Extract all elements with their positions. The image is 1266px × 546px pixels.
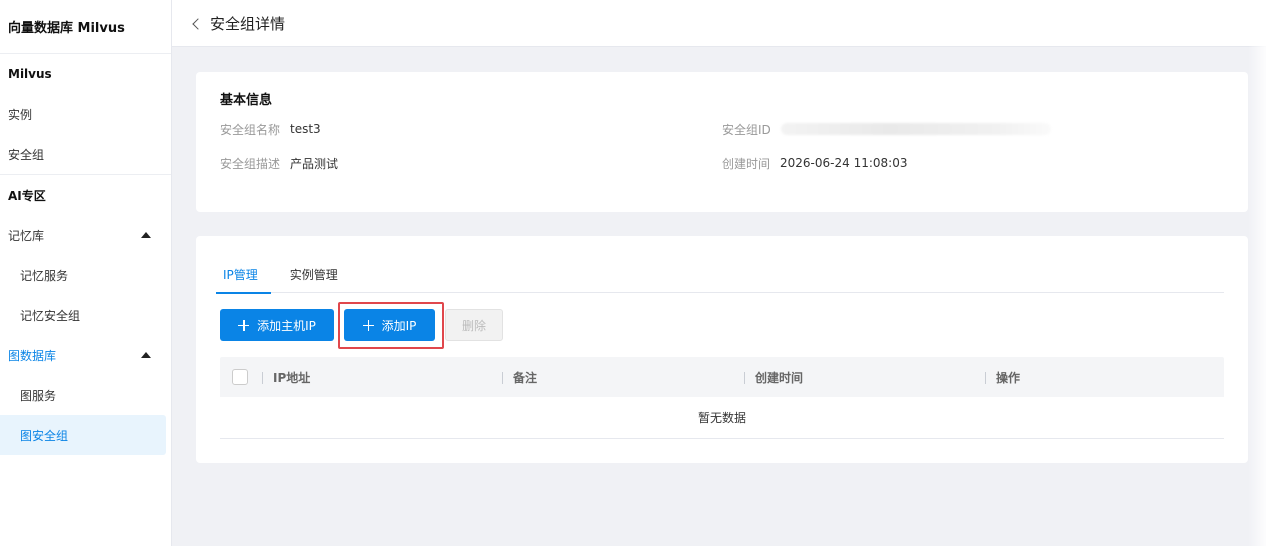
plus-icon [238, 319, 250, 331]
column-remark: 备注 [502, 369, 537, 386]
basic-info-title: 基本信息 [220, 93, 273, 108]
sidebar-item-graph-service[interactable]: 图服务 [0, 375, 171, 415]
sidebar-group-graph[interactable]: 图数据库 [0, 335, 171, 375]
page-header: 安全组详情 [172, 0, 1266, 47]
column-separator [985, 371, 986, 384]
add-ip-label: 添加IP [381, 318, 417, 333]
field-created-value: 2026-06-24 11:08:03 [780, 156, 908, 170]
sidebar-item-graph-security-group[interactable]: 图安全组 [0, 415, 166, 455]
delete-label: 删除 [461, 318, 486, 333]
tab-instance-management[interactable]: 实例管理 [287, 264, 341, 293]
column-actions: 操作 [985, 369, 1020, 386]
caret-up-icon [141, 232, 151, 238]
sidebar-group-graph-label: 图数据库 [8, 348, 57, 363]
column-ip-address-label: IP地址 [273, 371, 311, 385]
sidebar: 向量数据库 Milvus Milvus 实例 安全组 AI专区 记忆库 记忆服务… [0, 0, 172, 546]
field-name-label: 安全组名称 [220, 122, 281, 137]
sidebar-item-memory-service[interactable]: 记忆服务 [0, 255, 171, 295]
sidebar-item-security-groups[interactable]: 安全组 [0, 134, 171, 174]
field-id: 安全组ID [722, 121, 1051, 137]
tab-ip-management[interactable]: IP管理 [216, 264, 271, 294]
field-desc-label: 安全组描述 [220, 156, 281, 171]
redacted-id-value [780, 123, 1051, 135]
column-actions-label: 操作 [996, 371, 1021, 385]
delete-button[interactable]: 删除 [445, 309, 503, 341]
sidebar-item-instances[interactable]: 实例 [0, 94, 171, 134]
basic-info-card: 基本信息 安全组名称 test3 安全组描述 产品测试 安全组ID 创建时间 2… [196, 72, 1248, 212]
ip-management-card: IP管理 实例管理 添加主机IP 添加IP 删除 IP地址 备注 创建时间 操作 [196, 236, 1248, 463]
product-title: 向量数据库 Milvus [0, 0, 171, 54]
field-desc: 安全组描述 产品测试 [220, 155, 338, 171]
field-name: 安全组名称 test3 [220, 121, 321, 137]
table-empty-state: 暂无数据 [220, 397, 1224, 439]
add-ip-button[interactable]: 添加IP [344, 309, 435, 341]
sidebar-item-memory-security-group[interactable]: 记忆安全组 [0, 295, 171, 335]
column-remark-label: 备注 [513, 371, 538, 385]
column-created-time-label: 创建时间 [755, 371, 804, 385]
add-host-ip-button[interactable]: 添加主机IP [220, 309, 334, 341]
column-separator [262, 371, 263, 384]
sidebar-group-memory-label: 记忆库 [8, 228, 45, 243]
add-host-ip-label: 添加主机IP [257, 318, 316, 333]
edge-shade [1248, 0, 1266, 546]
table-header: IP地址 备注 创建时间 操作 [220, 357, 1224, 397]
select-all-checkbox[interactable] [232, 369, 248, 385]
field-name-value: test3 [290, 122, 321, 136]
caret-up-icon [141, 352, 151, 358]
back-arrow-icon[interactable] [192, 17, 204, 30]
column-ip-address: IP地址 [262, 369, 310, 386]
column-separator [744, 371, 745, 384]
field-created: 创建时间 2026-06-24 11:08:03 [722, 155, 907, 171]
tab-bar: IP管理 实例管理 [216, 264, 1224, 294]
column-created-time: 创建时间 [744, 369, 803, 386]
section-ai: AI专区 [8, 188, 46, 203]
plus-icon [362, 319, 374, 331]
field-desc-value: 产品测试 [290, 156, 339, 171]
section-milvus: Milvus [8, 67, 52, 81]
page-title: 安全组详情 [210, 14, 286, 33]
field-id-label: 安全组ID [722, 122, 771, 137]
column-separator [502, 371, 503, 384]
sidebar-group-memory[interactable]: 记忆库 [0, 215, 171, 255]
field-created-label: 创建时间 [722, 156, 771, 171]
